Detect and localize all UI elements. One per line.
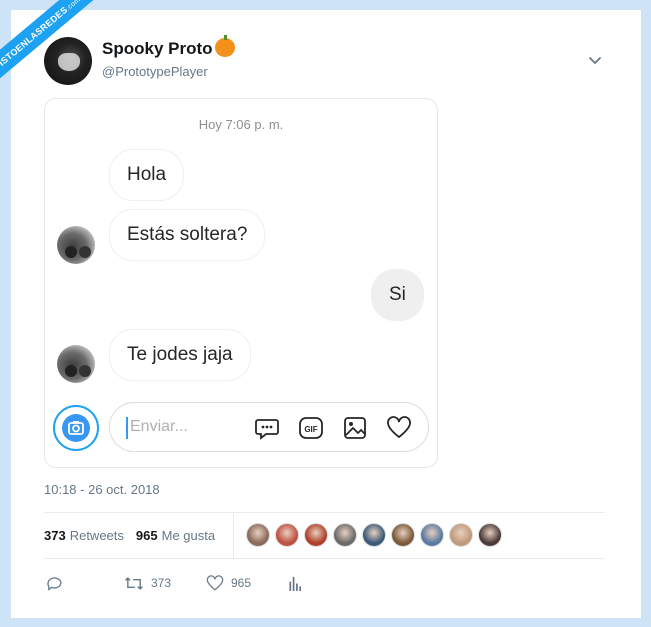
- retweet-count: 373: [151, 576, 172, 590]
- tweet-timestamp[interactable]: 10:18 - 26 oct. 2018: [44, 482, 160, 497]
- chat-time-header: Hoy 7:06 p. m.: [198, 117, 284, 132]
- chevron-down-icon[interactable]: [587, 52, 603, 68]
- retweet-button[interactable]: 373: [124, 572, 171, 594]
- tweet-stats: 373 Retweets 965 Me gusta: [44, 528, 215, 543]
- message-input[interactable]: Enviar...: [126, 417, 188, 439]
- camera-button[interactable]: [53, 405, 99, 451]
- liker-avatar[interactable]: [362, 523, 386, 547]
- chat-screenshot: Hoy 7:06 p. m. Hola Estás soltera? Si Te…: [44, 98, 438, 468]
- likes-count[interactable]: 965: [136, 528, 158, 543]
- reply-button[interactable]: [46, 572, 63, 594]
- message-bubble: Estás soltera?: [109, 209, 266, 261]
- liker-avatar[interactable]: [449, 523, 473, 547]
- retweets-label[interactable]: Retweets: [70, 528, 124, 543]
- contact-avatar: [57, 226, 95, 264]
- likes-label[interactable]: Me gusta: [162, 528, 215, 543]
- message-bubble-sent: Si: [371, 269, 424, 321]
- divider: [44, 512, 605, 513]
- image-icon[interactable]: [342, 415, 368, 441]
- reply-icon: [47, 576, 62, 591]
- sticker-chat-icon[interactable]: [254, 415, 280, 441]
- message-text: Hola: [127, 164, 167, 185]
- stats-separator: [233, 514, 234, 558]
- liker-avatar[interactable]: [391, 523, 415, 547]
- display-name[interactable]: Spooky Proto: [102, 39, 213, 58]
- liker-avatar[interactable]: [333, 523, 357, 547]
- liker-avatar[interactable]: [420, 523, 444, 547]
- message-text: Si: [389, 284, 406, 305]
- retweet-icon: [125, 576, 143, 590]
- analytics-button[interactable]: [288, 572, 302, 594]
- contact-avatar: [57, 345, 95, 383]
- camera-icon: [62, 414, 90, 442]
- analytics-icon: [289, 576, 302, 591]
- liker-avatar[interactable]: [246, 523, 270, 547]
- retweets-count[interactable]: 373: [44, 528, 66, 543]
- author-name[interactable]: Spooky Proto: [102, 35, 235, 59]
- message-bubble: Hola: [109, 149, 185, 201]
- liker-avatar[interactable]: [275, 523, 299, 547]
- heart-icon[interactable]: [386, 415, 412, 441]
- divider: [44, 558, 605, 559]
- pumpkin-emoji-icon: [214, 35, 235, 57]
- author-avatar[interactable]: [44, 37, 92, 85]
- svg-text:GIF: GIF: [304, 425, 317, 434]
- gif-icon[interactable]: GIF: [298, 415, 324, 441]
- watermark-suffix: .com: [65, 0, 83, 13]
- like-button[interactable]: 965: [206, 572, 251, 594]
- message-text: Te jodes jaja: [127, 344, 233, 365]
- message-text: Estás soltera?: [127, 224, 248, 245]
- message-composer[interactable]: Enviar... GIF: [109, 402, 429, 452]
- message-bubble: Te jodes jaja: [109, 329, 251, 381]
- liker-avatar[interactable]: [478, 523, 502, 547]
- heart-icon: [206, 574, 224, 591]
- likers-avatars: [246, 523, 507, 547]
- tweet-actions: 373 965: [44, 572, 344, 594]
- author-handle[interactable]: @PrototypePlayer: [102, 64, 208, 79]
- like-count: 965: [231, 576, 252, 590]
- liker-avatar[interactable]: [304, 523, 328, 547]
